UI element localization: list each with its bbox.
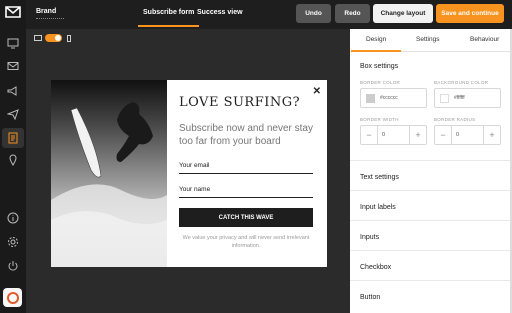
close-icon[interactable]: ✕ [313, 86, 321, 97]
popup-title: LOVE SURFING? [179, 95, 301, 110]
tab-behaviour[interactable]: Behaviour [470, 36, 499, 43]
name-field[interactable]: Your name [179, 182, 313, 198]
surfer-photo [51, 80, 167, 267]
border-radius-minus-button[interactable]: − [435, 126, 451, 144]
border-width-minus-button[interactable]: − [361, 126, 377, 144]
tab-design[interactable]: Design [350, 36, 402, 52]
catch-wave-button[interactable]: CATCH THIS WAVE [179, 208, 313, 227]
gear-icon[interactable] [6, 235, 20, 249]
border-radius-label: BORDER RADIUS [434, 117, 476, 122]
border-radius-plus-button[interactable]: + [484, 126, 500, 144]
power-icon[interactable] [6, 259, 20, 273]
undo-button[interactable]: Undo [296, 4, 331, 23]
section-checkbox[interactable]: Checkbox [350, 250, 512, 280]
settings-panel: Design Settings Behaviour Box settings B… [350, 29, 512, 313]
border-color-swatch[interactable] [366, 93, 375, 103]
privacy-note: We value your privacy and will never sen… [182, 235, 310, 249]
sidebar [0, 0, 26, 313]
border-radius-value[interactable]: 0 [451, 126, 484, 144]
envelope-icon[interactable] [6, 59, 20, 73]
panel-tabs: Design Settings Behaviour [350, 29, 512, 52]
mail-logo-icon [5, 4, 21, 20]
brand-name[interactable]: Brand [36, 8, 56, 15]
tab-settings[interactable]: Settings [416, 36, 440, 43]
border-color-input[interactable]: #cccccc [360, 88, 427, 108]
change-layout-button[interactable]: Change layout [373, 4, 433, 23]
background-color-value: #ffffff [454, 95, 465, 101]
email-field[interactable]: Your email [179, 158, 313, 174]
border-width-label: BORDER WIDTH [360, 117, 399, 122]
info-icon[interactable] [6, 211, 20, 225]
section-button[interactable]: Button [350, 280, 512, 310]
border-width-plus-button[interactable]: + [410, 126, 426, 144]
tab-success-view[interactable]: Success view [197, 9, 243, 16]
border-width-stepper[interactable]: − 0 + [360, 125, 427, 145]
paper-plane-icon[interactable] [6, 107, 20, 121]
section-input-labels[interactable]: Input labels [350, 190, 512, 220]
background-color-swatch[interactable] [440, 93, 449, 103]
desktop-icon[interactable] [6, 36, 20, 50]
form-icon[interactable] [2, 128, 24, 148]
megaphone-icon[interactable] [6, 84, 20, 98]
pin-icon[interactable] [6, 153, 20, 167]
save-continue-button[interactable]: Save and continue [436, 4, 504, 23]
top-bar: Brand Subscribe form Success view Undo R… [26, 0, 512, 29]
border-color-label: BORDER COLOR [360, 80, 401, 85]
popup-preview[interactable]: ✕ LOVE SURFING? Subscribe now and never … [51, 80, 327, 267]
border-radius-stepper[interactable]: − 0 + [434, 125, 501, 145]
tab-subscribe-form[interactable]: Subscribe form [137, 9, 200, 27]
avatar[interactable] [3, 288, 22, 307]
border-color-value: #cccccc [380, 95, 398, 101]
redo-button[interactable]: Redo [335, 4, 370, 23]
device-switch[interactable] [45, 34, 62, 42]
brand-underline [36, 18, 64, 19]
background-color-input[interactable]: #ffffff [434, 88, 501, 108]
section-text-settings[interactable]: Text settings [350, 160, 512, 190]
box-settings-title: Box settings [360, 63, 399, 70]
popup-subtitle: Subscribe now and never stay too far fro… [179, 123, 313, 147]
mobile-preview-icon[interactable] [65, 34, 73, 42]
border-width-value[interactable]: 0 [377, 126, 410, 144]
desktop-preview-icon[interactable] [34, 34, 42, 42]
section-inputs[interactable]: Inputs [350, 220, 512, 250]
background-color-label: BACKGROUND COLOR [434, 80, 489, 85]
device-toggle [34, 33, 73, 43]
